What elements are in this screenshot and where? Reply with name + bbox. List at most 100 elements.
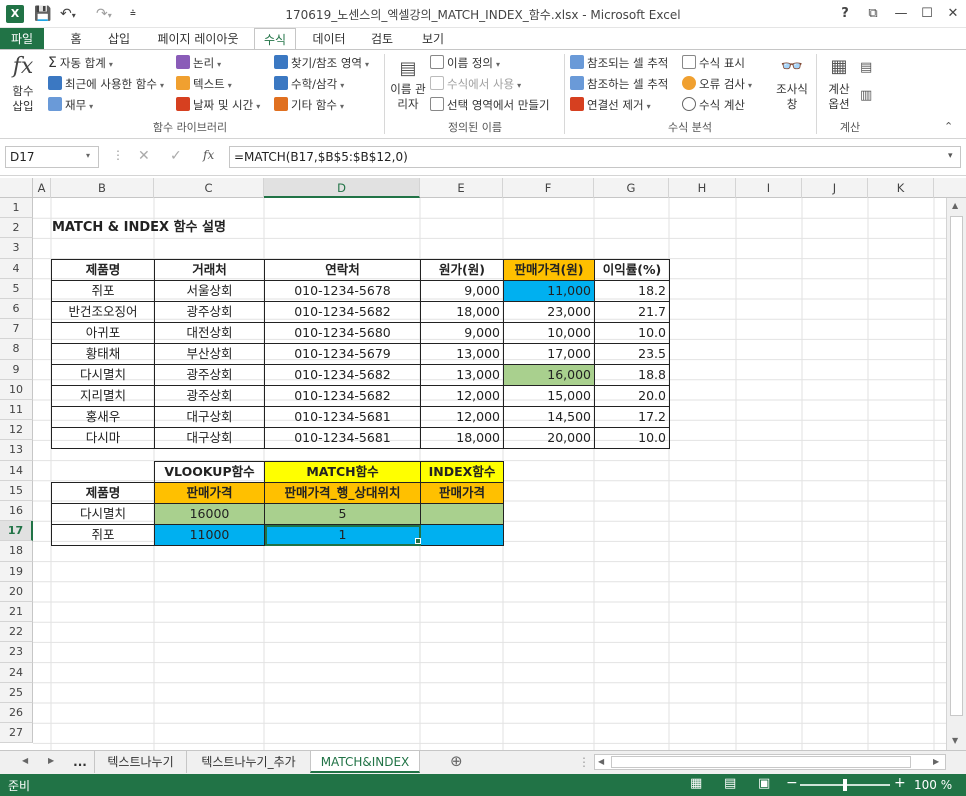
row-header-15[interactable]: 15	[0, 480, 33, 501]
cell-product[interactable]: 지리멸치	[51, 385, 155, 407]
tab-page-layout[interactable]: 페이지 레이아웃	[148, 28, 248, 50]
logical-button[interactable]: 논리 ▾	[176, 54, 221, 72]
row-header-9[interactable]: 9	[0, 359, 33, 380]
insert-function-button[interactable]: fx 함수 삽입	[8, 54, 38, 113]
zoom-slider[interactable]	[800, 779, 890, 791]
cell-margin[interactable]: 18.2	[594, 280, 670, 302]
row-header-24[interactable]: 24	[0, 662, 33, 683]
row-header-11[interactable]: 11	[0, 400, 33, 421]
create-from-selection-button[interactable]: 선택 영역에서 만들기	[430, 96, 550, 114]
cell-product[interactable]: 쥐포	[51, 280, 155, 302]
row-header-17[interactable]: 17	[0, 521, 33, 542]
normal-view-icon[interactable]: ▦	[690, 776, 702, 791]
sheet-tab-text-split-add[interactable]: 텍스트나누기_추가	[186, 751, 310, 773]
cell-contact[interactable]: 010-1234-5680	[264, 322, 421, 344]
cell-cost[interactable]: 12,000	[420, 406, 504, 428]
column-header-d[interactable]: D	[264, 178, 420, 198]
row-header-6[interactable]: 6	[0, 299, 33, 320]
row-header-7[interactable]: 7	[0, 319, 33, 340]
cell-price[interactable]: 15,000	[503, 385, 595, 407]
row-header-4[interactable]: 4	[0, 258, 33, 279]
row-header-27[interactable]: 27	[0, 723, 33, 744]
calculation-options-button[interactable]: ▦ 계산 옵션	[822, 56, 856, 111]
sheet-tab-match-index[interactable]: MATCH&INDEX	[310, 751, 420, 773]
header-margin[interactable]: 이익률(%)	[594, 259, 670, 281]
cell-margin[interactable]: 17.2	[594, 406, 670, 428]
cell-contact[interactable]: 010-1234-5682	[264, 364, 421, 386]
name-manager-button[interactable]: ▤ 이름 관리자	[390, 58, 426, 111]
header-product[interactable]: 제품명	[51, 259, 155, 281]
cell-product[interactable]: 황태채	[51, 343, 155, 365]
cell-contact[interactable]: 010-1234-5681	[264, 406, 421, 428]
row-header-16[interactable]: 16	[0, 501, 33, 522]
cell-margin[interactable]: 10.0	[594, 427, 670, 449]
row-header-13[interactable]: 13	[0, 440, 33, 461]
formula-input[interactable]: =MATCH(B17,$B$5:$B$12,0)	[229, 146, 961, 168]
trace-dependents-button[interactable]: 참조하는 셀 추적	[570, 75, 668, 93]
cell-price[interactable]: 16,000	[503, 364, 595, 386]
row-header-25[interactable]: 25	[0, 682, 33, 703]
cell-product[interactable]: 다시마	[51, 427, 155, 449]
header-index[interactable]: INDEX함수	[420, 461, 504, 483]
cell-index-result[interactable]	[420, 503, 504, 525]
cell-price[interactable]: 23,000	[503, 301, 595, 323]
row-header-21[interactable]: 21	[0, 602, 33, 623]
scrollbar-thumb[interactable]	[950, 216, 963, 716]
cell-margin[interactable]: 20.0	[594, 385, 670, 407]
cell-cost[interactable]: 9,000	[420, 322, 504, 344]
more-functions-button[interactable]: 기타 함수 ▾	[274, 96, 344, 114]
cell-vendor[interactable]: 광주상회	[154, 385, 265, 407]
cell-product[interactable]: 다시멸치	[51, 503, 155, 525]
financial-button[interactable]: 재무 ▾	[48, 96, 93, 114]
column-header-e[interactable]: E	[420, 178, 503, 198]
header-vendor[interactable]: 거래처	[154, 259, 265, 281]
header-product[interactable]: 제품명	[51, 482, 155, 504]
zoom-out-icon[interactable]: −	[786, 775, 798, 791]
row-header-12[interactable]: 12	[0, 420, 33, 441]
prev-sheet-icon[interactable]: ◀	[22, 756, 28, 765]
zoom-slider-thumb[interactable]	[843, 779, 847, 791]
calculate-now-icon[interactable]: ▤	[860, 60, 872, 75]
use-in-formula-button[interactable]: 수식에서 사용 ▾	[430, 75, 521, 93]
column-header-g[interactable]: G	[594, 178, 669, 198]
row-header-22[interactable]: 22	[0, 622, 33, 643]
more-sheets-button[interactable]: ...	[68, 751, 92, 773]
tab-split-grip-icon[interactable]: ⋮	[578, 755, 590, 769]
cell-margin[interactable]: 23.5	[594, 343, 670, 365]
column-header-j[interactable]: J	[802, 178, 868, 198]
trace-precedents-button[interactable]: 참조되는 셀 추적	[570, 54, 668, 72]
cell-vendor[interactable]: 대구상회	[154, 406, 265, 428]
maximize-button[interactable]: ☐	[914, 4, 940, 24]
column-header-a[interactable]: A	[33, 178, 51, 198]
cell-price[interactable]: 10,000	[503, 322, 595, 344]
column-header-h[interactable]: H	[669, 178, 736, 198]
cell-price[interactable]: 17,000	[503, 343, 595, 365]
cell-price[interactable]: 14,500	[503, 406, 595, 428]
close-button[interactable]: ✕	[940, 4, 966, 24]
next-sheet-icon[interactable]: ▶	[48, 756, 54, 765]
cell-vendor[interactable]: 광주상회	[154, 301, 265, 323]
text-button[interactable]: 텍스트 ▾	[176, 75, 232, 93]
header-contact[interactable]: 연락처	[264, 259, 421, 281]
column-header-k[interactable]: K	[868, 178, 934, 198]
sheet-tab-text-split[interactable]: 텍스트나누기	[94, 751, 186, 773]
cell-contact[interactable]: 010-1234-5678	[264, 280, 421, 302]
scroll-right-icon[interactable]: ▶	[933, 757, 939, 766]
zoom-level[interactable]: 100 %	[914, 778, 952, 792]
lookup-reference-button[interactable]: 찾기/참조 영역 ▾	[274, 54, 369, 72]
tab-review[interactable]: 검토	[358, 28, 406, 50]
row-header-19[interactable]: 19	[0, 561, 33, 582]
cell-cost[interactable]: 13,000	[420, 343, 504, 365]
cell-contact[interactable]: 010-1234-5681	[264, 427, 421, 449]
cell-vendor[interactable]: 광주상회	[154, 364, 265, 386]
page-layout-view-icon[interactable]: ▤	[724, 776, 736, 791]
evaluate-formula-button[interactable]: 수식 계산	[682, 96, 745, 114]
header-match[interactable]: MATCH함수	[264, 461, 421, 483]
cell-product[interactable]: 홍새우	[51, 406, 155, 428]
row-header-10[interactable]: 10	[0, 379, 33, 400]
row-header-3[interactable]: 3	[0, 238, 33, 259]
cell-vlookup-result[interactable]: 11000	[154, 524, 265, 546]
cell-price[interactable]: 11,000	[503, 280, 595, 302]
cell-vendor[interactable]: 부산상회	[154, 343, 265, 365]
collapse-ribbon-icon[interactable]: ⌃	[944, 120, 953, 133]
